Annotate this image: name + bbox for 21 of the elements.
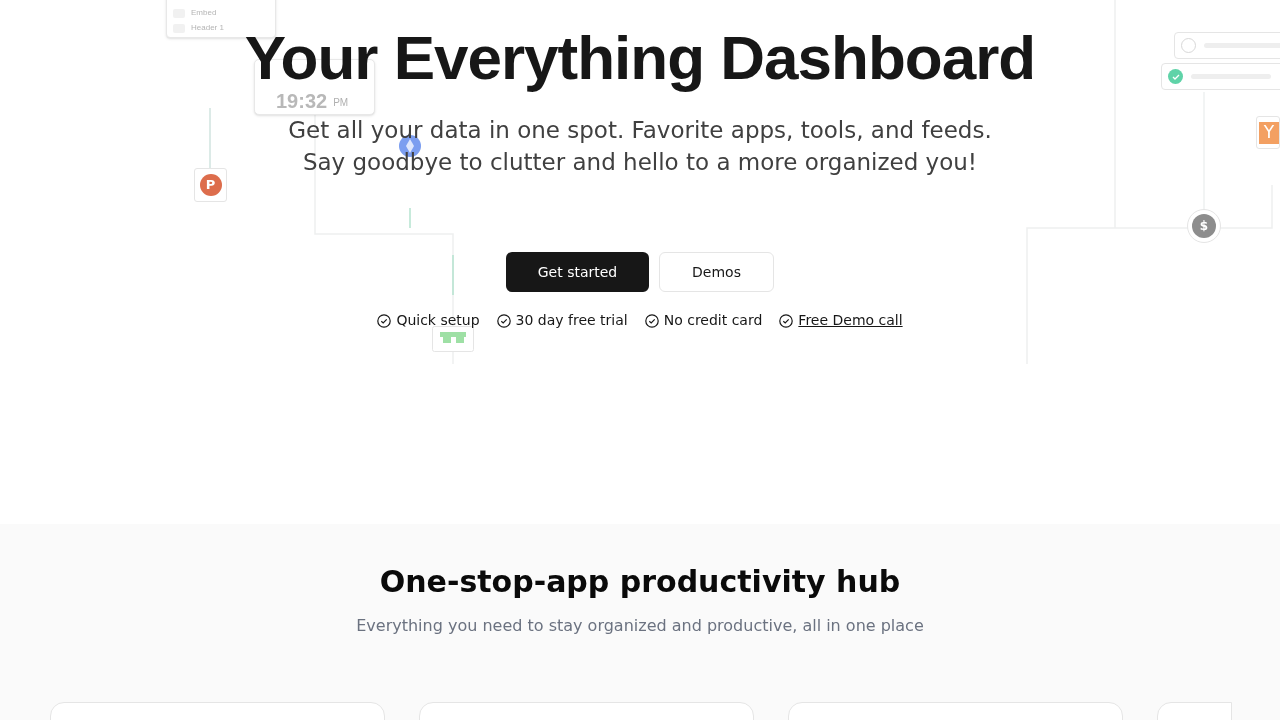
check-circle-icon [496, 313, 511, 328]
feature-label: No credit card [663, 311, 763, 330]
chart-tile-icon [432, 326, 474, 352]
get-started-button[interactable]: Get started [506, 252, 649, 292]
hero-subtitle: Get all your data in one spot. Favorite apps, tools, and feeds. [288, 116, 992, 145]
letter-badge: P [199, 174, 222, 196]
demos-button[interactable]: Demos [659, 252, 774, 292]
demo-call-link[interactable]: Free Demo call [798, 310, 903, 331]
section-subtitle: Everything you need to stay organized and productive, all in one place [356, 615, 924, 637]
check-circle-icon [779, 313, 794, 328]
feature-label: Quick setup [396, 311, 480, 330]
hero-subtitle: Say goodbye to clutter and hello to a more organized you! [302, 148, 978, 177]
section-title: One-stop-app productivity hub [379, 564, 901, 600]
clock-period: PM [333, 96, 349, 110]
letter-badge: Y [1259, 121, 1279, 144]
dollar-badge: $ [1192, 214, 1216, 238]
check-circle-icon [377, 313, 392, 328]
connector-line [209, 107, 211, 169]
clock-time: 19:32 [276, 91, 328, 111]
feature-label: 30 day free trial [515, 311, 628, 330]
check-circle-icon [644, 313, 659, 328]
